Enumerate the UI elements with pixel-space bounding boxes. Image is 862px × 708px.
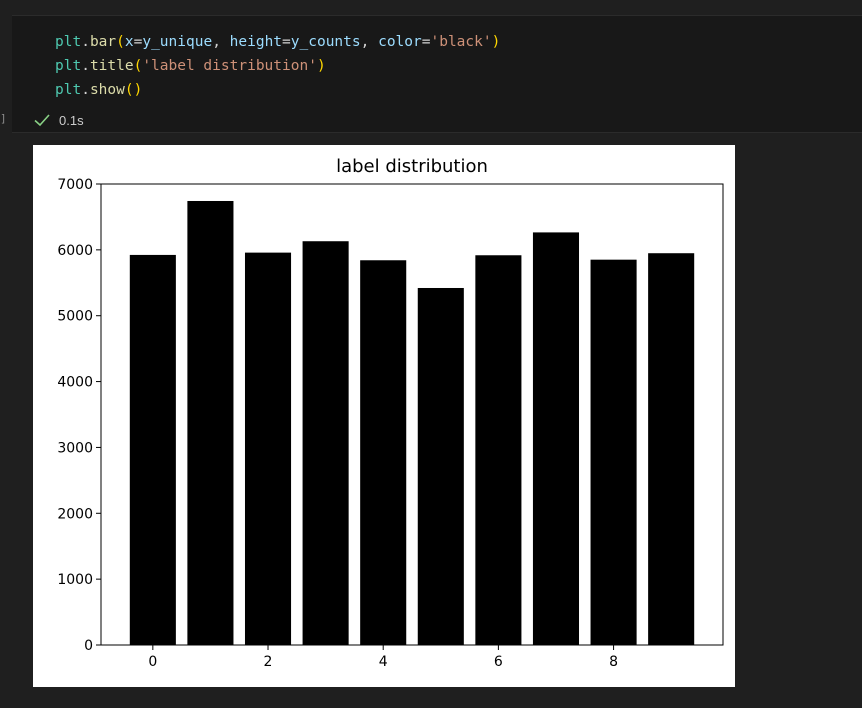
- x-tick-label: 2: [264, 654, 273, 670]
- bar-7: [532, 232, 580, 645]
- code-cell[interactable]: plt.bar(x=y_unique, height=y_counts, col…: [12, 15, 862, 133]
- bar-8: [590, 259, 637, 645]
- code-token: ): [491, 34, 501, 50]
- code-token: 'black': [430, 34, 492, 50]
- y-axis-ticks: 0 1000 2000 3000 4000 5000 6000 7000: [57, 177, 101, 654]
- code-token: title: [89, 58, 134, 74]
- code-token: .: [81, 82, 90, 98]
- cell-output: label distribution 0 2 4 6 8 0 1000 2000 3000 40…: [33, 145, 735, 687]
- execution-count-bracket: ]: [0, 112, 7, 125]
- x-tick-label: 6: [494, 654, 503, 670]
- code-line-1[interactable]: plt.bar(x=y_unique, height=y_counts, col…: [55, 33, 500, 51]
- y-tick-label: 2000: [57, 506, 93, 522]
- code-token: x: [124, 34, 134, 50]
- bar-3: [302, 241, 349, 645]
- code-line-2[interactable]: plt.title('label distribution'): [55, 57, 326, 75]
- code-token: .: [81, 34, 90, 50]
- code-token: ,: [212, 34, 230, 50]
- y-tick-label: 5000: [57, 309, 93, 325]
- code-token: =: [282, 34, 291, 50]
- execution-status: 0.1s: [33, 111, 84, 129]
- bar-5: [417, 287, 464, 645]
- code-token: bar: [89, 34, 117, 50]
- check-icon: [34, 114, 50, 127]
- chart-title: label distribution: [336, 156, 488, 177]
- y-tick-label: 7000: [57, 177, 93, 193]
- code-token: 'label distribution': [142, 58, 317, 74]
- code-token: y_counts: [290, 34, 361, 50]
- bar-6: [475, 255, 522, 645]
- notebook-page: plt.bar(x=y_unique, height=y_counts, col…: [0, 0, 862, 708]
- x-axis-ticks: 0 2 4 6 8: [148, 645, 618, 670]
- bar-chart: label distribution 0 2 4 6 8 0 1000 2000 3000 40…: [57, 156, 724, 670]
- y-tick-label: 1000: [57, 572, 93, 588]
- x-tick-label: 4: [379, 654, 388, 670]
- code-token: ): [316, 58, 326, 74]
- bars-group: [129, 200, 695, 645]
- code-token: (: [116, 34, 125, 50]
- code-token: height: [229, 34, 283, 50]
- code-token: ,: [360, 34, 379, 50]
- code-token: y_unique: [142, 34, 213, 50]
- y-tick-label: 0: [84, 638, 93, 654]
- code-token: plt: [55, 82, 82, 98]
- code-token: show: [89, 82, 125, 98]
- bar-2: [244, 252, 292, 645]
- bar-9: [648, 253, 695, 645]
- x-tick-label: 8: [609, 654, 618, 670]
- y-tick-label: 6000: [57, 243, 93, 259]
- code-token: plt: [55, 34, 82, 50]
- code-line-3[interactable]: plt.show(): [55, 81, 142, 99]
- x-tick-label: 0: [148, 654, 157, 670]
- y-tick-label: 3000: [57, 440, 93, 456]
- code-token: .: [81, 58, 90, 74]
- bar-0: [129, 254, 176, 645]
- code-token: plt: [55, 58, 82, 74]
- bar-4: [360, 260, 407, 645]
- previous-cell-edge: [0, 0, 862, 15]
- bar-1: [187, 200, 234, 645]
- code-token: color: [378, 34, 422, 50]
- y-tick-label: 4000: [57, 375, 93, 391]
- code-token: (): [124, 82, 143, 98]
- execution-time: 0.1s: [59, 112, 84, 128]
